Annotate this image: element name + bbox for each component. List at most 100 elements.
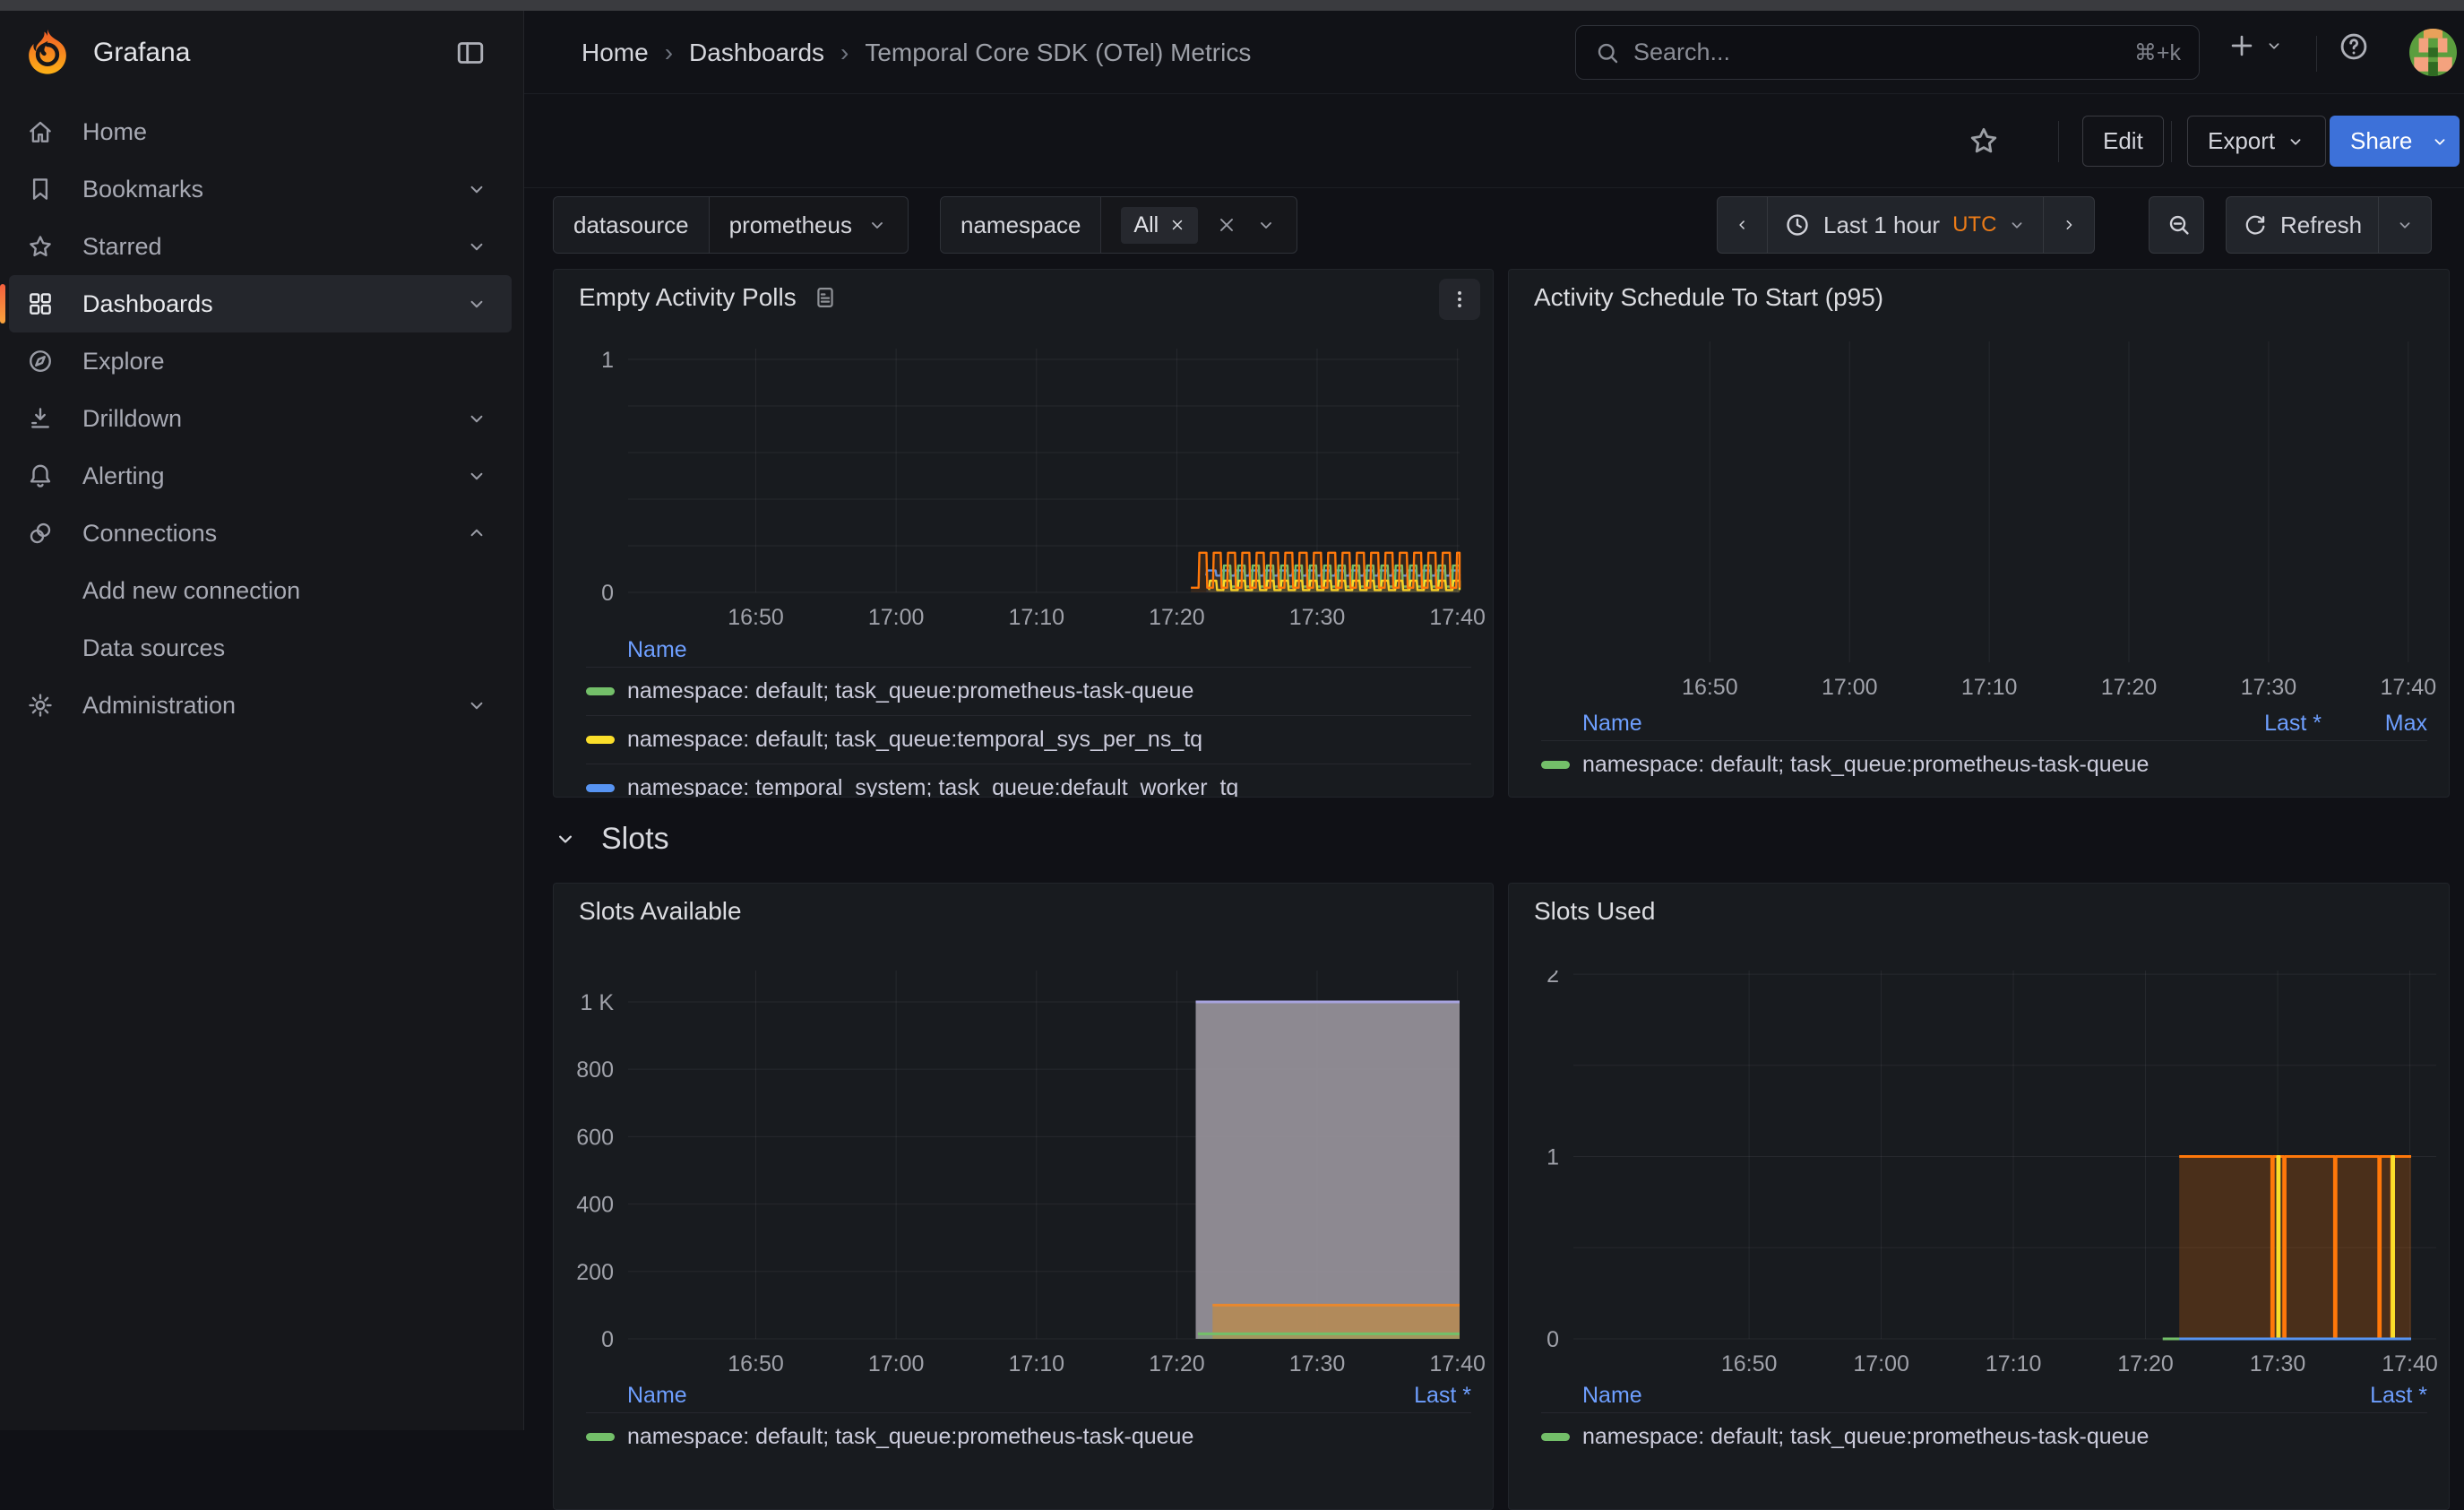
breadcrumb-home[interactable]: Home — [582, 39, 649, 67]
remove-tag-icon[interactable] — [1169, 217, 1185, 233]
legend-column-header[interactable]: Name — [586, 637, 1471, 663]
series-color-pill — [586, 687, 615, 695]
sidebar-item-alerting[interactable]: Alerting — [0, 447, 512, 505]
time-shift-forward-button[interactable] — [2044, 197, 2094, 253]
grafana-logo[interactable] — [22, 27, 73, 79]
sidebar-item-label: Administration — [82, 692, 236, 720]
export-button[interactable]: Export — [2187, 116, 2326, 167]
refresh-button[interactable]: Refresh — [2227, 197, 2379, 253]
chevron-down-icon[interactable] — [465, 694, 488, 717]
sidebar-item-dashboards[interactable]: Dashboards — [9, 275, 512, 332]
time-series-chart[interactable]: 16:5017:0017:1017:2017:3017:40012 — [1509, 971, 2449, 1385]
refresh-interval-dropdown[interactable] — [2379, 197, 2431, 253]
edit-button[interactable]: Edit — [2082, 116, 2164, 167]
panel-slots-available: Slots Available 16:5017:0017:1017:2017:3… — [553, 883, 1494, 1510]
zoom-out-button[interactable] — [2150, 197, 2204, 253]
breadcrumb-dashboards[interactable]: Dashboards — [689, 39, 824, 67]
legend-item-label: namespace: default; task_queue:temporal_… — [627, 727, 1202, 753]
panel-menu-button[interactable] — [1439, 279, 1480, 320]
add-new-button[interactable] — [2227, 30, 2284, 61]
legend-item[interactable]: namespace: default; task_queue:prometheu… — [586, 1412, 1471, 1461]
chevron-down-icon[interactable] — [1255, 214, 1277, 236]
share-button[interactable]: Share — [2330, 116, 2433, 167]
legend-column-header[interactable]: Max — [2322, 711, 2427, 737]
panel-description-icon[interactable] — [813, 285, 838, 310]
y-axis-label: 1 K — [580, 990, 614, 1015]
help-button[interactable] — [2338, 30, 2370, 63]
sidebar-item-label: Alerting — [82, 462, 165, 490]
legend-column-header[interactable]: Name — [1541, 1383, 2293, 1409]
sidebar-item-starred[interactable]: Starred — [0, 218, 512, 275]
panel-title-bar[interactable]: Slots Available — [554, 884, 1493, 939]
chevron-down-icon[interactable] — [465, 292, 488, 315]
panel-title-bar[interactable]: Slots Used — [1509, 884, 2449, 939]
sidebar-nav: Home Bookmarks Starred Dashboards Explor… — [0, 103, 524, 734]
x-axis-label: 17:30 — [2250, 1351, 2306, 1376]
favorite-star-button[interactable] — [1968, 125, 2000, 157]
sidebar-item-data-sources[interactable]: Data sources — [0, 619, 512, 677]
sidebar-item-add-new-connection[interactable]: Add new connection — [0, 562, 512, 619]
time-shift-back-button[interactable] — [1718, 197, 1768, 253]
sidebar-item-home[interactable]: Home — [0, 103, 512, 160]
section-row-slots[interactable]: Slots — [553, 811, 669, 867]
legend-item[interactable]: namespace: default; task_queue:temporal_… — [586, 715, 1471, 764]
x-axis-label: 17:40 — [1429, 605, 1486, 630]
series-color-pill — [586, 1433, 615, 1441]
sidebar-item-connections[interactable]: Connections — [0, 505, 512, 562]
chevron-down-icon — [2395, 215, 2415, 235]
clear-icon[interactable] — [1216, 214, 1237, 236]
datasource-value-text: prometheus — [729, 211, 852, 239]
legend-column-header[interactable]: Last * — [2293, 1383, 2427, 1409]
legend-column-header[interactable]: Last * — [1337, 1383, 1471, 1409]
sidebar-item-drilldown[interactable]: Drilldown — [0, 390, 512, 447]
chevron-right-icon — [2060, 214, 2078, 236]
time-series-chart[interactable]: 16:5017:0017:1017:2017:3017:40 — [1509, 341, 2449, 709]
sidebar-item-label: Data sources — [82, 634, 225, 662]
x-axis-label: 16:50 — [1721, 1351, 1778, 1376]
y-axis-label: 2 — [1546, 971, 1559, 988]
section-title: Slots — [601, 822, 669, 857]
x-axis-label: 17:30 — [2241, 675, 2297, 700]
sidebar-item-label: Dashboards — [82, 290, 213, 318]
x-axis-label: 17:00 — [868, 605, 925, 630]
panel-empty-activity-polls: Empty Activity Polls 16:5017:0017:1017:2… — [553, 269, 1494, 798]
legend-item[interactable]: namespace: default; task_queue:prometheu… — [1541, 1412, 2427, 1461]
clock-icon — [1784, 211, 1811, 238]
search-icon — [1594, 39, 1621, 66]
time-range-picker[interactable]: Last 1 hour UTC — [1768, 197, 2044, 253]
sidebar-item-administration[interactable]: Administration — [0, 677, 512, 734]
chevron-down-icon[interactable] — [465, 235, 488, 258]
chevron-down-icon[interactable] — [465, 177, 488, 201]
sidebar-toggle-icon[interactable] — [454, 37, 487, 69]
legend-item-label: namespace: temporal_system; task_queue:d… — [627, 775, 1238, 798]
legend-column-header[interactable]: Name — [1541, 711, 2187, 737]
legend-item[interactable]: namespace: default; task_queue:prometheu… — [586, 667, 1471, 715]
panel-title: Empty Activity Polls — [579, 283, 797, 312]
sidebar-item-bookmarks[interactable]: Bookmarks — [0, 160, 512, 218]
zoom-out-button-group — [2149, 196, 2204, 254]
namespace-tag-all[interactable]: All — [1121, 207, 1198, 244]
search-input[interactable]: Search... ⌘+k — [1575, 25, 2200, 80]
legend-item[interactable]: namespace: default; task_queue:prometheu… — [1541, 740, 2427, 789]
legend-item[interactable]: namespace: temporal_system; task_queue:d… — [586, 764, 1471, 798]
time-series-chart[interactable]: 16:5017:0017:1017:2017:3017:4001 — [554, 340, 1493, 633]
chevron-up-icon[interactable] — [465, 522, 488, 545]
user-avatar[interactable] — [2409, 29, 2457, 76]
y-axis-label: 200 — [576, 1260, 614, 1285]
datasource-filter-value[interactable]: prometheus — [710, 197, 908, 253]
sidebar-item-explore[interactable]: Explore — [0, 332, 512, 390]
time-series-chart[interactable]: 16:5017:0017:1017:2017:3017:400200400600… — [554, 971, 1493, 1385]
legend-column-header[interactable]: Last * — [2187, 711, 2322, 737]
chevron-down-icon[interactable] — [465, 464, 488, 488]
panel-title-bar[interactable]: Activity Schedule To Start (p95) — [1509, 270, 2449, 325]
divider — [2058, 121, 2059, 162]
legend-header: Name — [586, 633, 1471, 667]
refresh-label: Refresh — [2280, 211, 2362, 239]
chevron-down-icon[interactable] — [465, 407, 488, 430]
share-dropdown-button[interactable] — [2420, 116, 2460, 167]
panel-title: Slots Used — [1534, 897, 1655, 926]
star-outline-icon — [1968, 125, 2000, 157]
legend-column-header[interactable]: Name — [586, 1383, 1337, 1409]
panel-title-bar[interactable]: Empty Activity Polls — [554, 270, 1493, 325]
namespace-filter-value[interactable]: All — [1101, 197, 1297, 253]
